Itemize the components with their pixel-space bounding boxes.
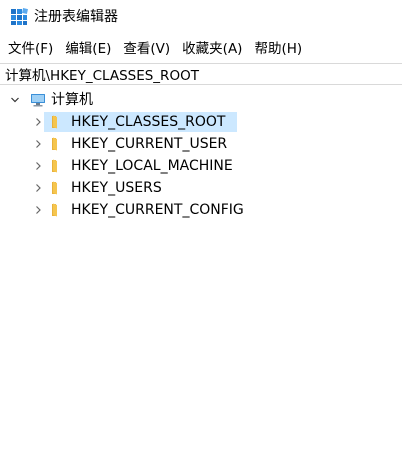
window-title: 注册表编辑器 xyxy=(34,9,118,25)
tree-node-computer[interactable]: 计算机 xyxy=(0,89,402,111)
folder-icon xyxy=(52,115,57,129)
computer-icon xyxy=(31,94,45,107)
chevron-down-icon[interactable] xyxy=(8,93,22,107)
tree-label: HKEY_CURRENT_USER xyxy=(71,136,228,152)
registry-editor-window: 注册表编辑器 文件(F) 编辑(E) 查看(V) 收藏夹(A) 帮助(H) 计算… xyxy=(0,0,402,456)
tree-node-hkey-current-user[interactable]: HKEY_CURRENT_USER xyxy=(0,133,402,155)
registry-editor-icon xyxy=(11,8,28,25)
menu-edit[interactable]: 编辑(E) xyxy=(57,38,115,60)
tree-label-computer: 计算机 xyxy=(51,92,93,108)
chevron-right-icon[interactable] xyxy=(31,159,45,173)
folder-icon xyxy=(52,203,57,217)
chevron-right-icon[interactable] xyxy=(31,137,45,151)
address-bar xyxy=(0,63,402,85)
folder-icon xyxy=(52,159,57,173)
tree-node-hkey-classes-root[interactable]: HKEY_CLASSES_ROOT xyxy=(0,111,402,133)
menu-favorites[interactable]: 收藏夹(A) xyxy=(174,38,246,60)
chevron-right-icon[interactable] xyxy=(31,181,45,195)
menu-view[interactable]: 查看(V) xyxy=(115,38,174,60)
chevron-right-icon[interactable] xyxy=(31,203,45,217)
tree-node-hkey-users[interactable]: HKEY_USERS xyxy=(0,177,402,199)
folder-icon xyxy=(52,137,57,151)
tree-label: HKEY_LOCAL_MACHINE xyxy=(71,158,233,174)
title-bar[interactable]: 注册表编辑器 xyxy=(0,0,402,34)
chevron-right-icon[interactable] xyxy=(31,115,45,129)
menu-bar: 文件(F) 编辑(E) 查看(V) 收藏夹(A) 帮助(H) xyxy=(0,38,402,60)
tree-label: HKEY_CURRENT_CONFIG xyxy=(71,202,244,218)
registry-tree: 计算机 HKEY_CLASSES_ROOT HKEY_CURRENT_USER xyxy=(0,89,402,221)
menu-help[interactable]: 帮助(H) xyxy=(246,38,306,60)
tree-node-hkey-local-machine[interactable]: HKEY_LOCAL_MACHINE xyxy=(0,155,402,177)
tree-label: HKEY_CLASSES_ROOT xyxy=(71,114,226,130)
tree-label: HKEY_USERS xyxy=(71,180,162,196)
folder-icon xyxy=(52,181,57,195)
menu-file[interactable]: 文件(F) xyxy=(0,38,57,60)
address-input[interactable] xyxy=(0,64,402,84)
tree-node-hkey-current-config[interactable]: HKEY_CURRENT_CONFIG xyxy=(0,199,402,221)
